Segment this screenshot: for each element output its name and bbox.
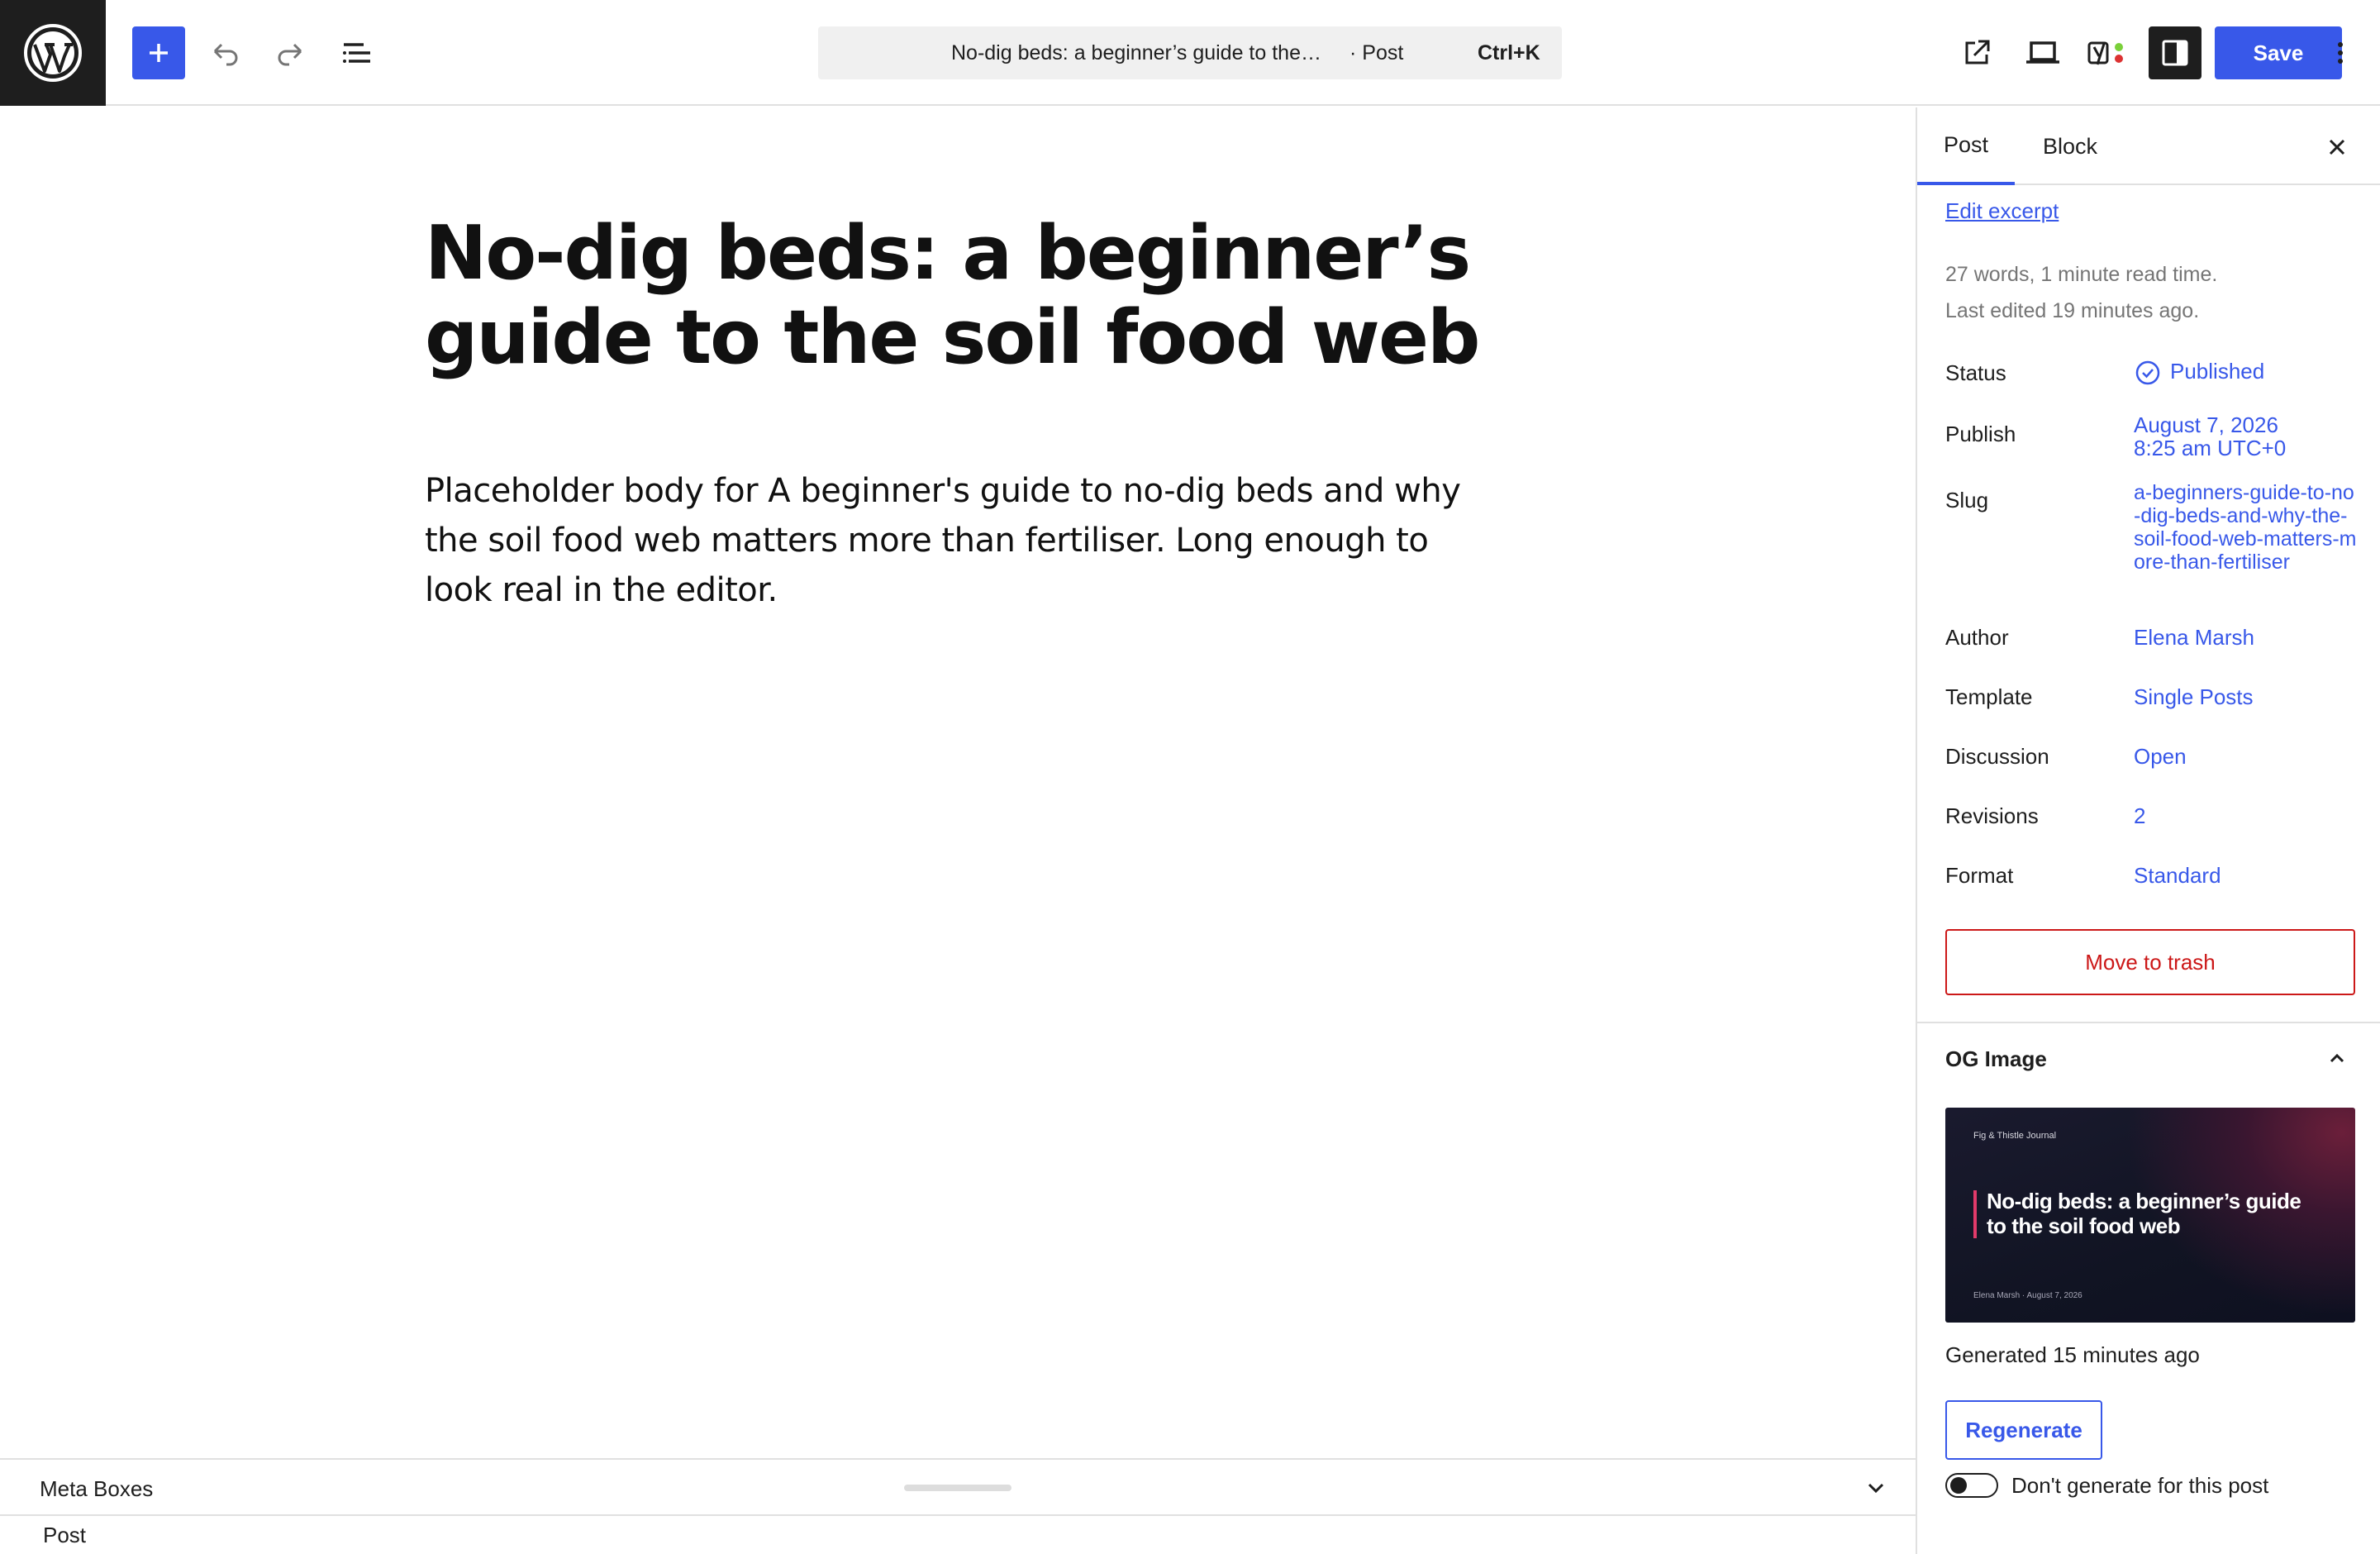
settings-sidebar-toggle[interactable] xyxy=(2149,26,2202,79)
og-image-panel: OG Image Fig & Thistle Journal No-dig be… xyxy=(1917,1022,2380,1554)
revisions-label: Revisions xyxy=(1945,803,2039,828)
view-post-button[interactable] xyxy=(1950,26,2003,79)
author-value[interactable]: Elena Marsh xyxy=(2134,625,2254,651)
laptop-icon xyxy=(2026,41,2059,64)
word-count: 27 words, 1 minute read time. xyxy=(1945,263,2218,286)
og-generated-time: Generated 15 minutes ago xyxy=(1945,1342,2200,1367)
meta-boxes-toggle[interactable] xyxy=(1861,1473,1891,1503)
slug-value[interactable]: a-beginners-guide-to-no-dig-beds-and-why… xyxy=(2134,481,2357,574)
command-palette-bar[interactable]: No-dig beds: a beginner’s guide to the… … xyxy=(818,26,1562,79)
og-image-preview: Fig & Thistle Journal No-dig beds: a beg… xyxy=(1945,1108,2355,1323)
block-breadcrumb-bar: Post xyxy=(0,1514,1916,1554)
document-post-type: · Post xyxy=(1349,41,1404,64)
meta-boxes-label: Meta Boxes xyxy=(40,1476,154,1501)
dont-generate-toggle[interactable] xyxy=(1945,1473,1998,1498)
redo-button[interactable] xyxy=(264,26,317,79)
device-preview-button[interactable] xyxy=(2016,26,2069,79)
list-view-icon xyxy=(343,43,370,63)
external-link-icon xyxy=(1965,40,1990,64)
yoast-seo-button[interactable] xyxy=(2082,26,2135,79)
status-label: Status xyxy=(1945,360,2006,385)
document-title: No-dig beds: a beginner’s guide to the… xyxy=(951,41,1321,64)
meta-boxes-panel[interactable]: Meta Boxes xyxy=(0,1458,1916,1514)
close-sidebar-button[interactable] xyxy=(2320,131,2354,164)
publish-date: August 7, 2026 xyxy=(2134,412,2278,437)
undo-icon xyxy=(213,43,238,66)
template-value[interactable]: Single Posts xyxy=(2134,684,2254,710)
discussion-value[interactable]: Open xyxy=(2134,744,2187,770)
dont-generate-label: Don't generate for this post xyxy=(2011,1473,2269,1498)
editor-canvas: No-dig beds: a beginner’s guide to the s… xyxy=(0,107,1916,1460)
revisions-value[interactable]: 2 xyxy=(2134,803,2145,829)
post-title[interactable]: No-dig beds: a beginner’s guide to the s… xyxy=(425,212,1499,380)
publish-label: Publish xyxy=(1945,422,2016,446)
settings-sidebar: Post Block Edit excerpt 27 words, 1 minu… xyxy=(1916,107,2380,1554)
more-vertical-icon xyxy=(2338,42,2343,64)
command-shortcut: Ctrl+K xyxy=(1478,41,1540,64)
og-image-brand: Fig & Thistle Journal xyxy=(1973,1131,2057,1141)
og-image-accent-bar xyxy=(1973,1190,1977,1238)
sidebar-tabs: Post Block xyxy=(1917,107,2380,185)
author-label: Author xyxy=(1945,625,2009,650)
format-value[interactable]: Standard xyxy=(2134,863,2221,889)
chevron-down-icon xyxy=(1868,1483,1884,1494)
og-panel-toggle[interactable] xyxy=(2320,1042,2354,1075)
status-value[interactable]: Published xyxy=(2134,359,2264,387)
move-to-trash-button[interactable]: Move to trash xyxy=(1945,929,2355,995)
wordpress-logo-button[interactable] xyxy=(0,0,106,106)
edit-excerpt-link[interactable]: Edit excerpt xyxy=(1945,198,2059,224)
published-check-icon xyxy=(2135,360,2160,385)
og-image-title: No-dig beds: a beginner’s guide to the s… xyxy=(1987,1189,2301,1238)
post-meta-info: 27 words, 1 minute read time. Last edite… xyxy=(1945,256,2217,329)
template-label: Template xyxy=(1945,684,2033,709)
discussion-label: Discussion xyxy=(1945,744,2049,769)
publish-time: 8:25 am UTC+0 xyxy=(2134,436,2287,460)
slug-label: Slug xyxy=(1945,488,1989,512)
plus-icon xyxy=(150,44,168,62)
redo-icon xyxy=(278,43,302,66)
last-edited: Last edited 19 minutes ago. xyxy=(1945,299,2200,322)
breadcrumb[interactable]: Post xyxy=(43,1523,86,1548)
chevron-up-icon xyxy=(2330,1053,2344,1063)
wordpress-icon xyxy=(24,24,82,82)
publish-date-button[interactable]: August 7, 2026 8:25 am UTC+0 xyxy=(2134,413,2286,460)
editor-toolbar: No-dig beds: a beginner’s guide to the… … xyxy=(0,0,2380,106)
resize-handle[interactable] xyxy=(904,1485,1011,1491)
regenerate-button[interactable]: Regenerate xyxy=(1945,1400,2102,1460)
paragraph-block[interactable]: Placeholder body for A beginner's guide … xyxy=(425,466,1499,615)
og-image-heading[interactable]: OG Image xyxy=(1945,1046,2047,1072)
toggle-knob xyxy=(1950,1477,1967,1494)
undo-button[interactable] xyxy=(198,26,251,79)
options-menu-button[interactable] xyxy=(2314,26,2367,79)
format-label: Format xyxy=(1945,863,2014,888)
tab-post[interactable]: Post xyxy=(1917,107,2015,185)
og-image-meta: Elena Marsh · August 7, 2026 xyxy=(1973,1291,2082,1300)
tab-block[interactable]: Block xyxy=(2025,107,2116,185)
add-block-button[interactable] xyxy=(132,26,185,79)
close-icon xyxy=(2329,139,2345,155)
sidebar-icon xyxy=(2162,40,2188,66)
yoast-icon xyxy=(2087,41,2123,65)
document-overview-button[interactable] xyxy=(331,26,383,79)
status-text: Published xyxy=(2170,359,2265,384)
